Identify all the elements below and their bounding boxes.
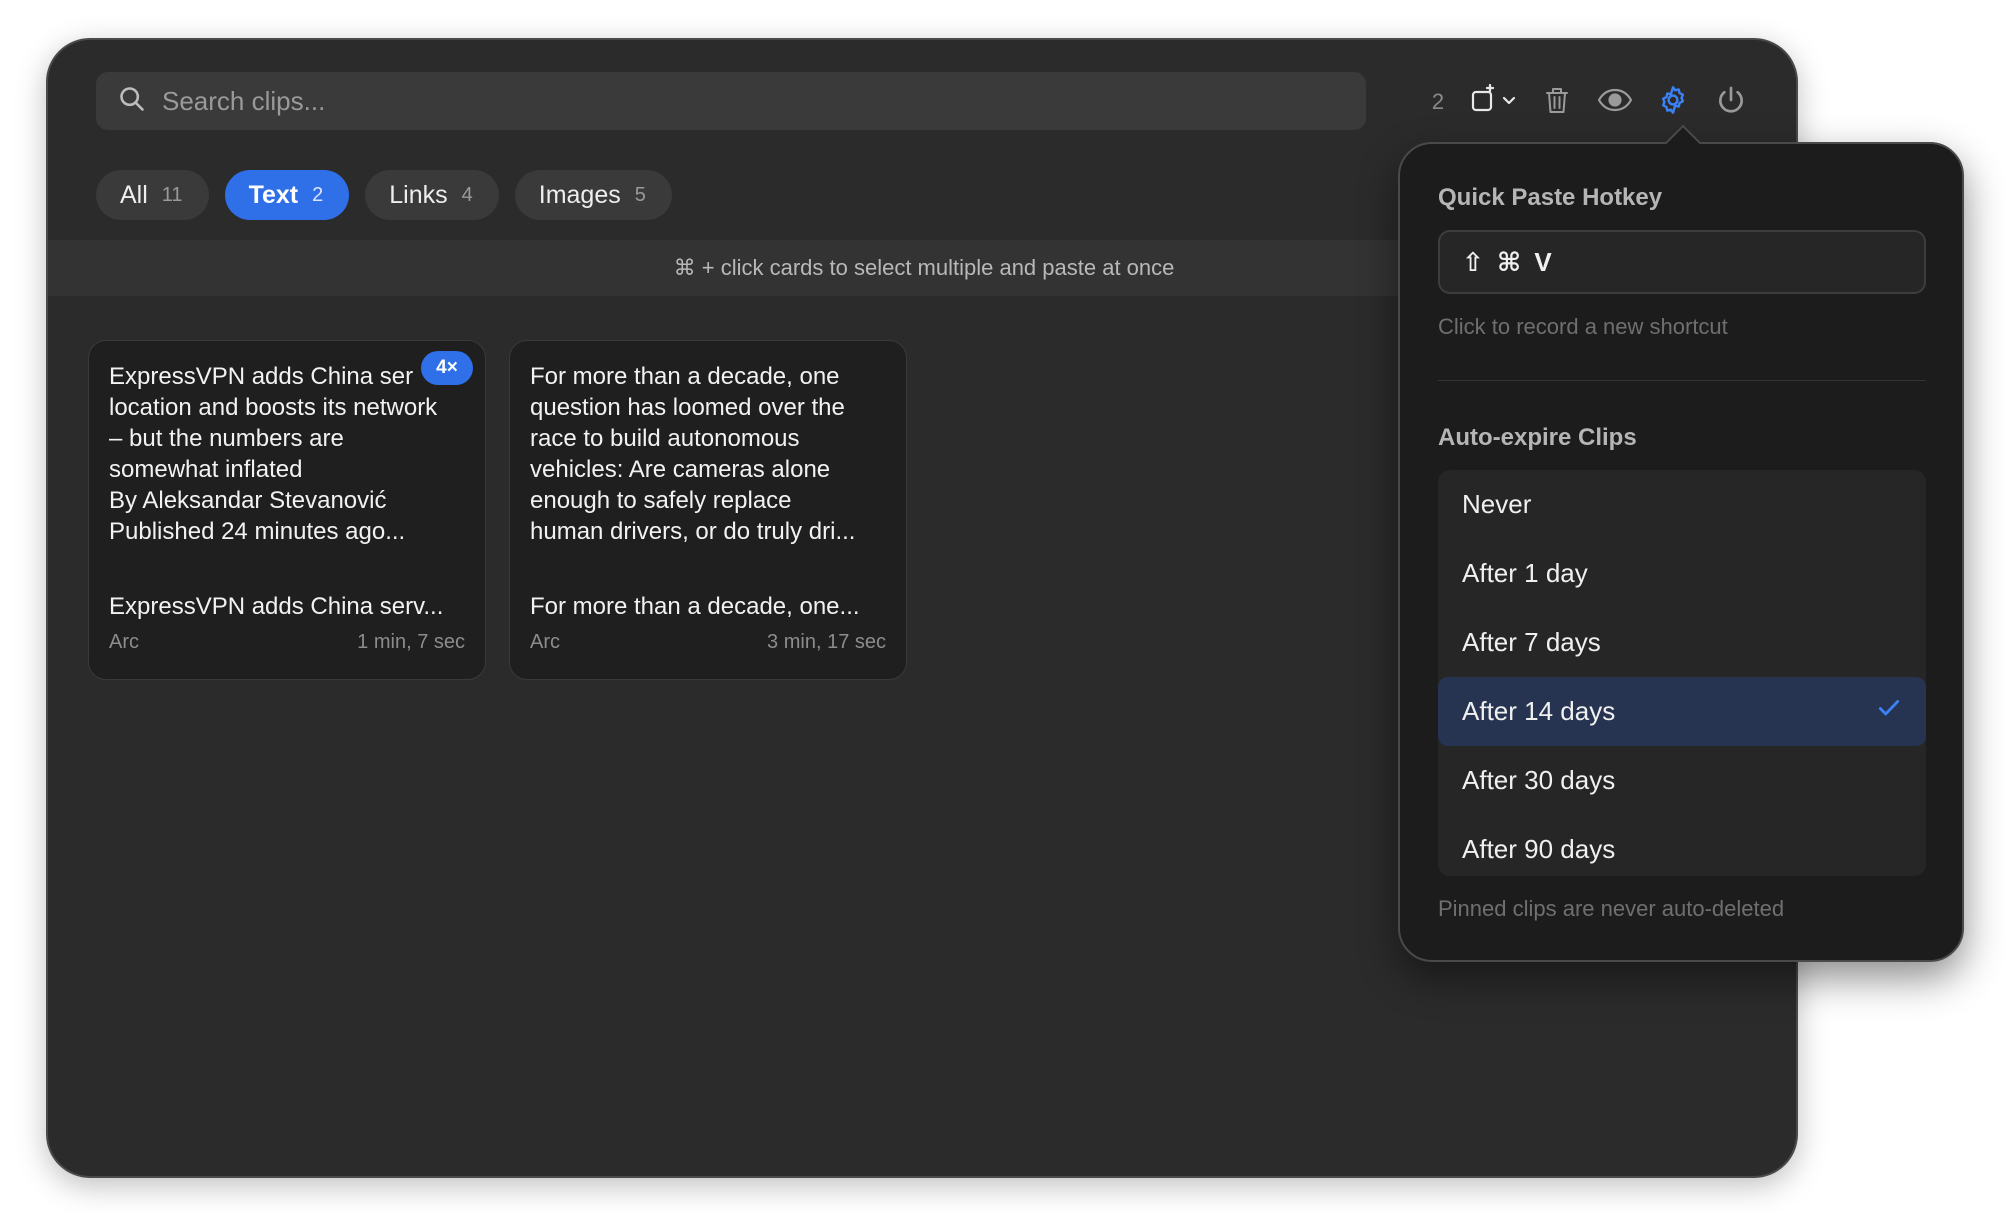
checkmark-icon <box>1876 695 1902 728</box>
paste-target-icon <box>1469 83 1501 121</box>
clip-title: ExpressVPN adds China serv... <box>109 593 444 620</box>
toolbar: 2 <box>1418 76 1760 128</box>
clip-source: Arc <box>109 631 139 653</box>
clip-card[interactable]: ExpressVPN adds China ser location and b… <box>88 340 486 680</box>
hotkey-section-title: Quick Paste Hotkey <box>1438 184 1663 211</box>
tab-count: 11 <box>161 183 183 206</box>
tab-label: All <box>120 180 148 209</box>
expire-note: Pinned clips are never auto-deleted <box>1438 896 1785 921</box>
search-bar[interactable] <box>96 72 1366 130</box>
divider <box>1438 380 1926 381</box>
clip-preview: For more than a decade, one question has… <box>530 363 856 545</box>
option-label: Never <box>1462 489 1532 519</box>
option-label: After 14 days <box>1462 696 1616 726</box>
expire-option-14-days[interactable]: After 14 days <box>1438 677 1926 746</box>
trash-icon <box>1541 84 1573 121</box>
tab-count: 4 <box>461 183 473 206</box>
expire-option-30-days[interactable]: After 30 days <box>1438 746 1926 815</box>
hotkey-hint: Click to record a new shortcut <box>1438 314 1728 339</box>
tab-links[interactable]: Links 4 <box>365 170 499 220</box>
paste-count-badge: 4× <box>421 351 473 385</box>
settings-button[interactable] <box>1644 76 1702 128</box>
search-input[interactable] <box>162 85 1366 117</box>
clip-meta: Arc 3 min, 17 sec <box>530 631 886 654</box>
chevron-down-icon <box>1501 92 1517 113</box>
clip-preview: ExpressVPN adds China ser location and b… <box>109 363 438 545</box>
tab-label: Images <box>538 180 621 209</box>
expire-option-90-days[interactable]: After 90 days <box>1438 815 1926 884</box>
tab-all[interactable]: All 11 <box>96 170 209 220</box>
expire-option-7-days[interactable]: After 7 days <box>1438 608 1926 677</box>
expire-section-title: Auto-expire Clips <box>1438 424 1637 451</box>
tab-text[interactable]: Text 2 <box>224 170 350 220</box>
clip-source: Arc <box>530 631 560 653</box>
tab-count: 5 <box>634 183 646 206</box>
expire-options-list: Never After 1 day After 7 days After 14 … <box>1438 470 1926 876</box>
option-label: After 1 day <box>1462 558 1588 588</box>
tab-images[interactable]: Images 5 <box>514 170 672 220</box>
clip-card[interactable]: For more than a decade, one question has… <box>509 340 907 680</box>
hotkey-recorder[interactable]: ⇧ ⌘ V <box>1438 230 1926 294</box>
expire-option-never[interactable]: Never <box>1438 470 1926 539</box>
selection-count: 2 <box>1431 89 1445 114</box>
settings-popover: Quick Paste Hotkey ⇧ ⌘ V Click to record… <box>1398 124 1964 962</box>
tab-count: 2 <box>312 183 324 206</box>
clip-title: For more than a decade, one... <box>530 593 860 620</box>
paste-target-menu-button[interactable] <box>1458 76 1528 128</box>
power-icon <box>1715 84 1747 121</box>
option-label: After 90 days <box>1462 834 1616 864</box>
quit-button[interactable] <box>1702 76 1760 128</box>
expire-option-1-day[interactable]: After 1 day <box>1438 539 1926 608</box>
preview-button[interactable] <box>1586 76 1644 128</box>
clip-age: 3 min, 17 sec <box>767 631 886 653</box>
gear-icon <box>1657 84 1689 121</box>
filter-tabs: All 11 Text 2 Links 4 Images 5 <box>96 170 672 220</box>
tab-label: Links <box>389 180 448 209</box>
clip-age: 1 min, 7 sec <box>357 631 465 653</box>
tab-label: Text <box>248 180 299 209</box>
option-label: After 7 days <box>1462 627 1601 657</box>
delete-button[interactable] <box>1528 76 1586 128</box>
search-icon <box>118 85 146 118</box>
clip-meta: Arc 1 min, 7 sec <box>109 631 465 654</box>
option-label: After 30 days <box>1462 765 1616 795</box>
eye-icon <box>1596 84 1634 121</box>
